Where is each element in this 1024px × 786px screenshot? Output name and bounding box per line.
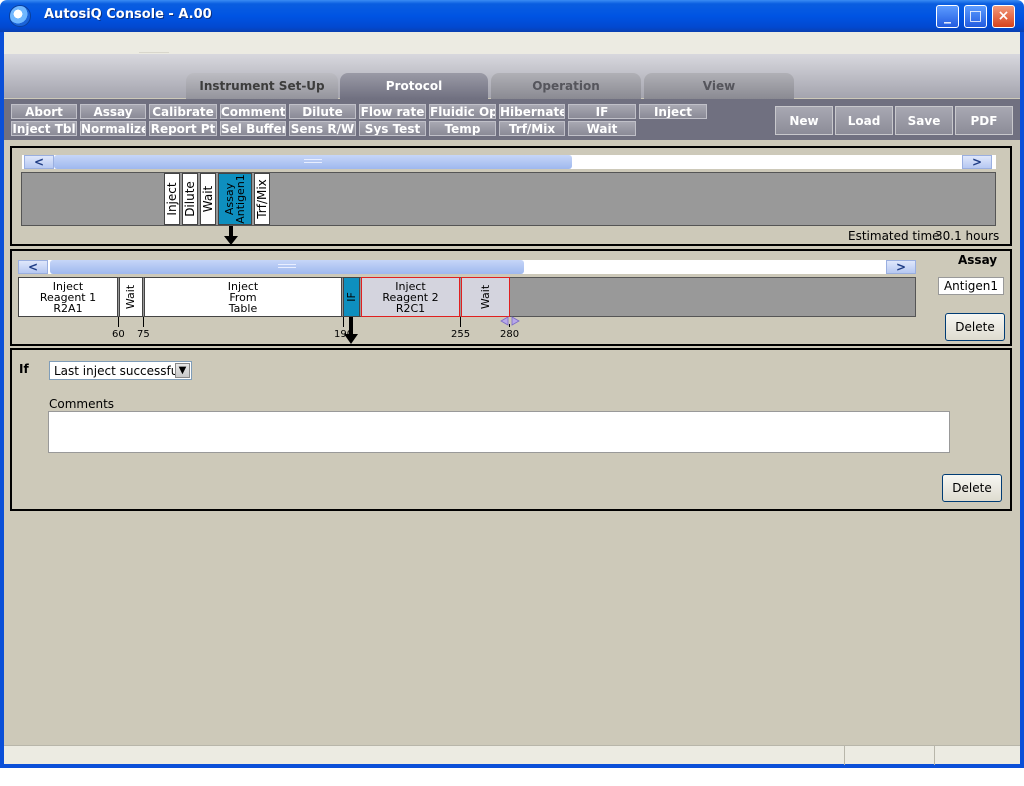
assay-step-wait-2[interactable]: Wait xyxy=(461,277,510,317)
protocol-step-inject[interactable]: Inject xyxy=(164,173,180,225)
tab-view[interactable]: View xyxy=(644,73,794,99)
cmd-dilute-button[interactable]: Dilute xyxy=(289,104,356,119)
cmd-sys-test-button[interactable]: Sys Test xyxy=(359,121,426,136)
cmd-inject-tbl-button[interactable]: Inject Tbl xyxy=(11,121,77,136)
assay-step-inject-reagent-1[interactable]: Inject Reagent 1 R2A1 xyxy=(18,277,118,317)
protocol-scroll-left-icon[interactable]: < xyxy=(24,155,54,169)
estimated-time-label: Estimated time xyxy=(848,229,940,243)
cmd-temp-button[interactable]: Temp xyxy=(429,121,496,136)
if-condition-value: Last inject successful xyxy=(54,364,182,378)
assay-step-if[interactable]: IF xyxy=(343,277,360,317)
minimize-button[interactable]: _ xyxy=(936,5,959,28)
assay-scroll-thumb[interactable] xyxy=(50,260,524,274)
cmd-calibrate-button[interactable]: Calibrate xyxy=(149,104,217,119)
cmd-wait-button[interactable]: Wait xyxy=(568,121,636,136)
cmd-comment-button[interactable]: Comment xyxy=(220,104,286,119)
close-button[interactable]: × xyxy=(992,5,1015,28)
protocol-step-trf-mix[interactable]: Trf/Mix xyxy=(254,173,270,225)
assay-step-wait[interactable]: Wait xyxy=(119,277,143,317)
cmd-abort-button[interactable]: Abort xyxy=(11,104,77,119)
tick-label: 255 xyxy=(451,329,471,340)
protocol-position-marker-icon xyxy=(224,226,238,245)
cmd-hibernate-button[interactable]: Hibernate xyxy=(499,104,565,119)
cmd-sel-buffer-button[interactable]: Sel Buffer xyxy=(220,121,286,136)
cmd-sens-rw-button[interactable]: Sens R/W xyxy=(289,121,356,136)
comments-textarea[interactable] xyxy=(48,411,950,453)
tick-label: 60 xyxy=(112,329,125,340)
cmd-normalize-button[interactable]: Normalize xyxy=(80,121,146,136)
cmd-flow-rate-button[interactable]: Flow rate xyxy=(359,104,426,119)
save-button[interactable]: Save xyxy=(895,106,953,135)
cmd-assay-button[interactable]: Assay xyxy=(80,104,146,119)
resize-handle-icon[interactable] xyxy=(500,316,520,326)
dropdown-arrow-icon[interactable]: ▼ xyxy=(175,363,190,378)
tab-protocol[interactable]: Protocol xyxy=(340,73,488,99)
cmd-report-pt-button[interactable]: Report Pt xyxy=(149,121,217,136)
tick-mark xyxy=(460,317,461,327)
tab-operation[interactable]: Operation xyxy=(491,73,641,99)
assay-heading: Assay xyxy=(958,253,998,267)
menu-bar xyxy=(4,32,1020,54)
comments-label: Comments xyxy=(49,397,115,411)
app-logo-icon xyxy=(9,5,31,27)
cmd-if-button[interactable]: IF xyxy=(568,104,636,119)
tick-label: 280 xyxy=(500,329,520,340)
tick-mark xyxy=(118,317,119,327)
protocol-scroll-thumb[interactable] xyxy=(54,155,572,169)
assay-position-marker-icon xyxy=(344,317,358,344)
protocol-step-wait[interactable]: Wait xyxy=(200,173,216,225)
pdf-button[interactable]: PDF xyxy=(955,106,1013,135)
tab-instrument-setup[interactable]: Instrument Set-Up xyxy=(186,73,338,99)
assay-scroll-right-icon[interactable]: > xyxy=(886,260,916,274)
assay-step-inject-reagent-2[interactable]: Inject Reagent 2 R2C1 xyxy=(361,277,460,317)
protocol-scroll-right-icon[interactable]: > xyxy=(962,155,992,169)
estimated-time-value: 30.1 hours xyxy=(935,229,1000,243)
window-title: AutosiQ Console - A.00 xyxy=(44,7,212,22)
maximize-button[interactable]: □ xyxy=(964,5,987,28)
cmd-trf-mix-button[interactable]: Trf/Mix xyxy=(499,121,565,136)
if-label: If xyxy=(19,362,29,376)
tick-mark xyxy=(143,317,144,327)
assay-name-field[interactable]: Antigen1 xyxy=(938,277,1004,295)
cmd-fluidic-op-button[interactable]: Fluidic Op xyxy=(429,104,496,119)
load-button[interactable]: Load xyxy=(835,106,893,135)
protocol-step-dilute[interactable]: Dilute xyxy=(182,173,198,225)
if-condition-select[interactable]: Last inject successful ▼ xyxy=(49,361,192,380)
assay-scroll-left-icon[interactable]: < xyxy=(18,260,48,274)
tick-label: 75 xyxy=(137,329,150,340)
cmd-inject-button[interactable]: Inject xyxy=(639,104,707,119)
assay-delete-button[interactable]: Delete xyxy=(945,313,1005,341)
new-button[interactable]: New xyxy=(775,106,833,135)
assay-step-inject-from-table[interactable]: Inject From Table xyxy=(144,277,342,317)
if-delete-button[interactable]: Delete xyxy=(942,474,1002,502)
protocol-step-assay-antigen1[interactable]: Assay Antigen1 xyxy=(218,173,252,225)
status-bar xyxy=(4,745,1020,765)
